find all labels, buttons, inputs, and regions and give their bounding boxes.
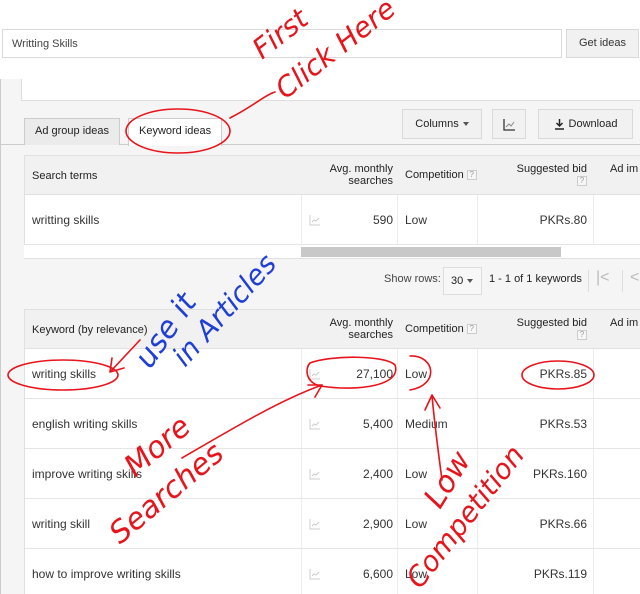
table-row: english writing skills 5,400 Medium PKRs.53 [25,399,640,449]
trend-chart-icon[interactable] [309,468,321,480]
trend-chart-icon[interactable] [309,368,321,380]
col-header-keyword[interactable]: Search terms [32,170,97,182]
bid-cell: PKRs.66 [539,517,587,531]
chart-icon [502,118,515,131]
searches-cell: 590 [372,213,393,227]
col-header-searches-line2: searches [348,175,393,187]
rows-per-page-select[interactable]: 30 [443,267,482,295]
download-button[interactable]: Download [538,109,633,139]
col-header-bid[interactable]: Suggested bid ? [495,317,587,341]
pagination-bar: Show rows: 30 1 - 1 of 1 keywords |< < [0,260,640,300]
caret-down-icon [462,122,469,127]
searches-cell: 2,400 [362,467,393,481]
bid-cell: PKRs.80 [539,213,587,227]
first-page-icon[interactable]: |< [596,269,610,287]
bid-cell: PKRs.119 [533,567,587,581]
competition-cell: Low [405,517,428,531]
bid-cell: PKRs.85 [539,367,587,381]
col-header-competition-label: Competition [405,323,464,335]
bid-cell: PKRs.53 [539,417,587,431]
rows-per-page-value: 30 [451,275,464,287]
competition-cell: Low [405,213,428,227]
horizontal-scrollbar[interactable] [24,245,640,259]
table-row: writing skills 27,100 Low PKRs.85 [25,349,640,399]
keyword-search-input[interactable] [2,29,562,58]
col-header-searches[interactable]: Avg. monthly searches [315,163,393,187]
keyword-cell[interactable]: writing skills [32,349,96,399]
competition-cell: Low [405,567,428,581]
col-header-searches-line1: Avg. monthly [329,163,393,175]
col-header-searches-line2: searches [348,329,393,341]
scrollbar-thumb[interactable] [301,247,561,257]
help-icon[interactable]: ? [577,330,587,341]
table-row: improve writing skills 2,400 Low PKRs.160 [25,449,640,499]
keyword-cell[interactable]: writing skill [32,499,90,549]
columns-label: Columns [415,118,459,130]
help-icon[interactable]: ? [466,324,477,335]
keyword-cell[interactable]: improve writing skills [32,449,142,499]
trend-chart-icon[interactable] [309,418,321,430]
searches-cell: 27,100 [356,367,393,381]
trend-chart-icon[interactable] [309,518,321,530]
col-header-bid-label: Suggested bid [516,163,587,175]
search-terms-table: Search terms Avg. monthly searches Compe… [24,155,640,245]
table-header: Search terms Avg. monthly searches Compe… [25,155,640,195]
download-icon [554,119,564,130]
keyword-cell[interactable]: how to improve writing skills [32,549,181,594]
keyword-cell[interactable]: english writing skills [32,399,137,449]
bid-cell: PKRs.160 [532,467,587,481]
get-ideas-button[interactable]: Get ideas [566,29,639,58]
competition-cell: Low [405,367,428,381]
col-header-keyword[interactable]: Keyword (by relevance) [32,324,148,336]
tab-keyword-ideas[interactable]: Keyword ideas [128,118,223,146]
table-row: how to improve writing skills 6,600 Low PKR… [25,549,640,594]
collapsed-summary-strip [21,79,640,101]
col-header-bid-label: Suggested bid [516,317,587,329]
keyword-ideas-table: Keyword (by relevance) Avg. monthly sear… [24,309,640,594]
searches-cell: 5,400 [362,417,393,431]
col-header-bid[interactable]: Suggested bid ? [495,163,587,187]
trend-chart-icon[interactable] [309,214,321,226]
table-row: writting skills 590 Low PKRs.80 [25,195,640,245]
keyword-cell[interactable]: writting skills [32,195,99,245]
searches-cell: 2,900 [362,517,393,531]
col-header-ad-impressions[interactable]: Ad im [610,317,638,329]
col-header-searches[interactable]: Avg. monthly searches [315,317,393,341]
help-icon[interactable]: ? [577,176,587,187]
show-rows-label: Show rows: [384,273,441,285]
prev-page-icon[interactable]: < [630,269,639,287]
table-row: writing skill 2,900 Low PKRs.66 [25,499,640,549]
help-icon[interactable]: ? [466,170,477,181]
download-label: Download [568,118,618,130]
caret-down-icon [467,279,474,284]
col-header-ad-impressions[interactable]: Ad im [610,163,638,175]
col-header-competition[interactable]: Competition? [405,323,477,335]
col-header-competition[interactable]: Competition? [405,169,477,181]
columns-button[interactable]: Columns [402,109,482,139]
col-header-searches-line1: Avg. monthly [329,317,393,329]
trend-chart-icon[interactable] [309,568,321,580]
search-bar: Get ideas [0,29,640,59]
page-range-text: 1 - 1 of 1 keywords [489,273,582,285]
tab-ad-group-ideas[interactable]: Ad group ideas [24,118,120,145]
competition-cell: Medium [405,417,448,431]
searches-cell: 6,600 [362,567,393,581]
competition-cell: Low [405,467,428,481]
chart-toggle-button[interactable] [492,109,526,139]
col-header-competition-label: Competition [405,169,464,181]
table-header: Keyword (by relevance) Avg. monthly sear… [25,309,640,349]
